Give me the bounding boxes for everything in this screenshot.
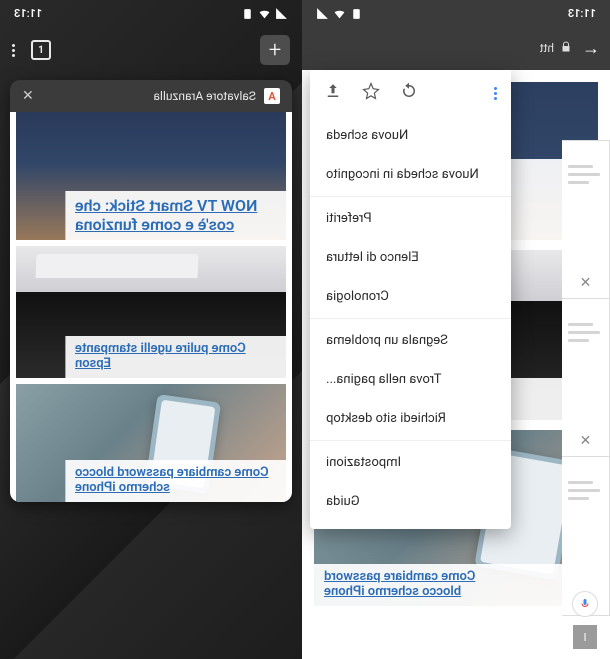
signal-icon: [316, 7, 329, 20]
lock-icon: [560, 41, 572, 56]
menu-item-incognito[interactable]: Nuova scheda in incognito: [310, 155, 511, 194]
close-icon[interactable]: ✕: [580, 275, 592, 291]
menu-item-settings[interactable]: Impostazioni: [310, 440, 511, 482]
voice-search-button[interactable]: [572, 591, 598, 617]
close-icon[interactable]: ✕: [580, 433, 592, 449]
tabswitch-toolbar: 1 +: [0, 26, 302, 74]
article-title-r3[interactable]: Come cambiare password blocco schermo iP…: [324, 570, 475, 600]
browser-menu-dropdown: Nuova scheda Nuova scheda in incognito P…: [310, 70, 511, 529]
tab-card[interactable]: A Salvatore Aranzulla ✕ NOW TV Smart Sti…: [10, 80, 292, 502]
tab-count-button[interactable]: 1: [31, 40, 51, 60]
phone-left-tab-switcher: 11:13 1 + A Salvatore Aranzulla ✕ NOW TV…: [0, 0, 302, 659]
status-time: 11:13: [568, 7, 596, 20]
share-icon[interactable]: [324, 82, 342, 104]
menu-item-find[interactable]: Trova nella pagina...: [310, 360, 511, 399]
tab-title: Salvatore Aranzulla: [153, 89, 256, 103]
star-icon[interactable]: [362, 82, 380, 104]
tab-card-body: NOW TV Smart Stick: che cos'è e come fun…: [10, 112, 292, 502]
tab-card-header: A Salvatore Aranzulla ✕: [10, 80, 292, 112]
google-search-widget: I: [572, 591, 600, 649]
article-title-2[interactable]: Come pulire ugelli stampante Epson: [75, 342, 276, 372]
new-tab-button[interactable]: +: [260, 35, 290, 65]
status-icons-left: [241, 7, 288, 20]
article-tile-1[interactable]: NOW TV Smart Stick: che cos'è e come fun…: [16, 112, 286, 240]
wifi-icon: [258, 7, 271, 20]
browser-viewport: NOW che co funzio Come p Epson Come camb…: [302, 70, 610, 659]
article-tile-3[interactable]: Come cambiare password blocco schermo iP…: [16, 384, 286, 502]
menu-top-actions: [310, 70, 511, 116]
back-icon[interactable]: →: [582, 38, 600, 59]
menu-item-reading-list[interactable]: Elenco di lettura: [310, 238, 511, 277]
phone-right-browser-menu: 11:13 → htt NOW che co funzio Come p Eps…: [302, 0, 610, 659]
signal-icon: [275, 7, 288, 20]
printer-graphic: [36, 254, 199, 278]
tab-stub-1[interactable]: ✕: [562, 140, 610, 300]
menu-dots-icon[interactable]: [494, 87, 497, 100]
article-title-3[interactable]: Come cambiare password blocco schermo iP…: [75, 466, 276, 496]
favicon-icon: A: [264, 88, 280, 104]
close-tab-button[interactable]: ✕: [22, 88, 34, 104]
menu-item-new-tab[interactable]: Nuova scheda: [310, 116, 511, 155]
browser-toolbar: → htt: [302, 26, 610, 70]
menu-item-help[interactable]: Guida: [310, 482, 511, 521]
status-time: 11:13: [14, 7, 42, 20]
menu-item-desktop-site[interactable]: Richiedi sito desktop: [310, 399, 511, 438]
article-tile-2[interactable]: Come pulire ugelli stampante Epson: [16, 246, 286, 378]
article-title-1[interactable]: NOW TV Smart Stick: che cos'è e come fun…: [75, 197, 276, 234]
tab-stubs: ✕ ✕ ✕: [562, 140, 610, 614]
reload-icon[interactable]: [400, 82, 418, 104]
menu-item-history[interactable]: Cronologia: [310, 277, 511, 316]
battery-icon: [350, 7, 363, 20]
wifi-icon: [333, 7, 346, 20]
tab-stub-2[interactable]: ✕: [562, 298, 610, 458]
menu-item-report[interactable]: Segnala un problema: [310, 318, 511, 360]
menu-item-bookmarks[interactable]: Preferiti: [310, 196, 511, 238]
addr-text: htt: [540, 41, 554, 55]
status-bar: 11:13: [0, 0, 302, 26]
address-bar[interactable]: htt: [540, 41, 572, 56]
status-bar: 11:13: [302, 0, 610, 26]
more-icon[interactable]: [12, 44, 15, 57]
mic-icon: [579, 598, 591, 610]
battery-icon: [241, 7, 254, 20]
status-icons-left: [316, 7, 363, 20]
app-icon[interactable]: I: [573, 625, 597, 649]
